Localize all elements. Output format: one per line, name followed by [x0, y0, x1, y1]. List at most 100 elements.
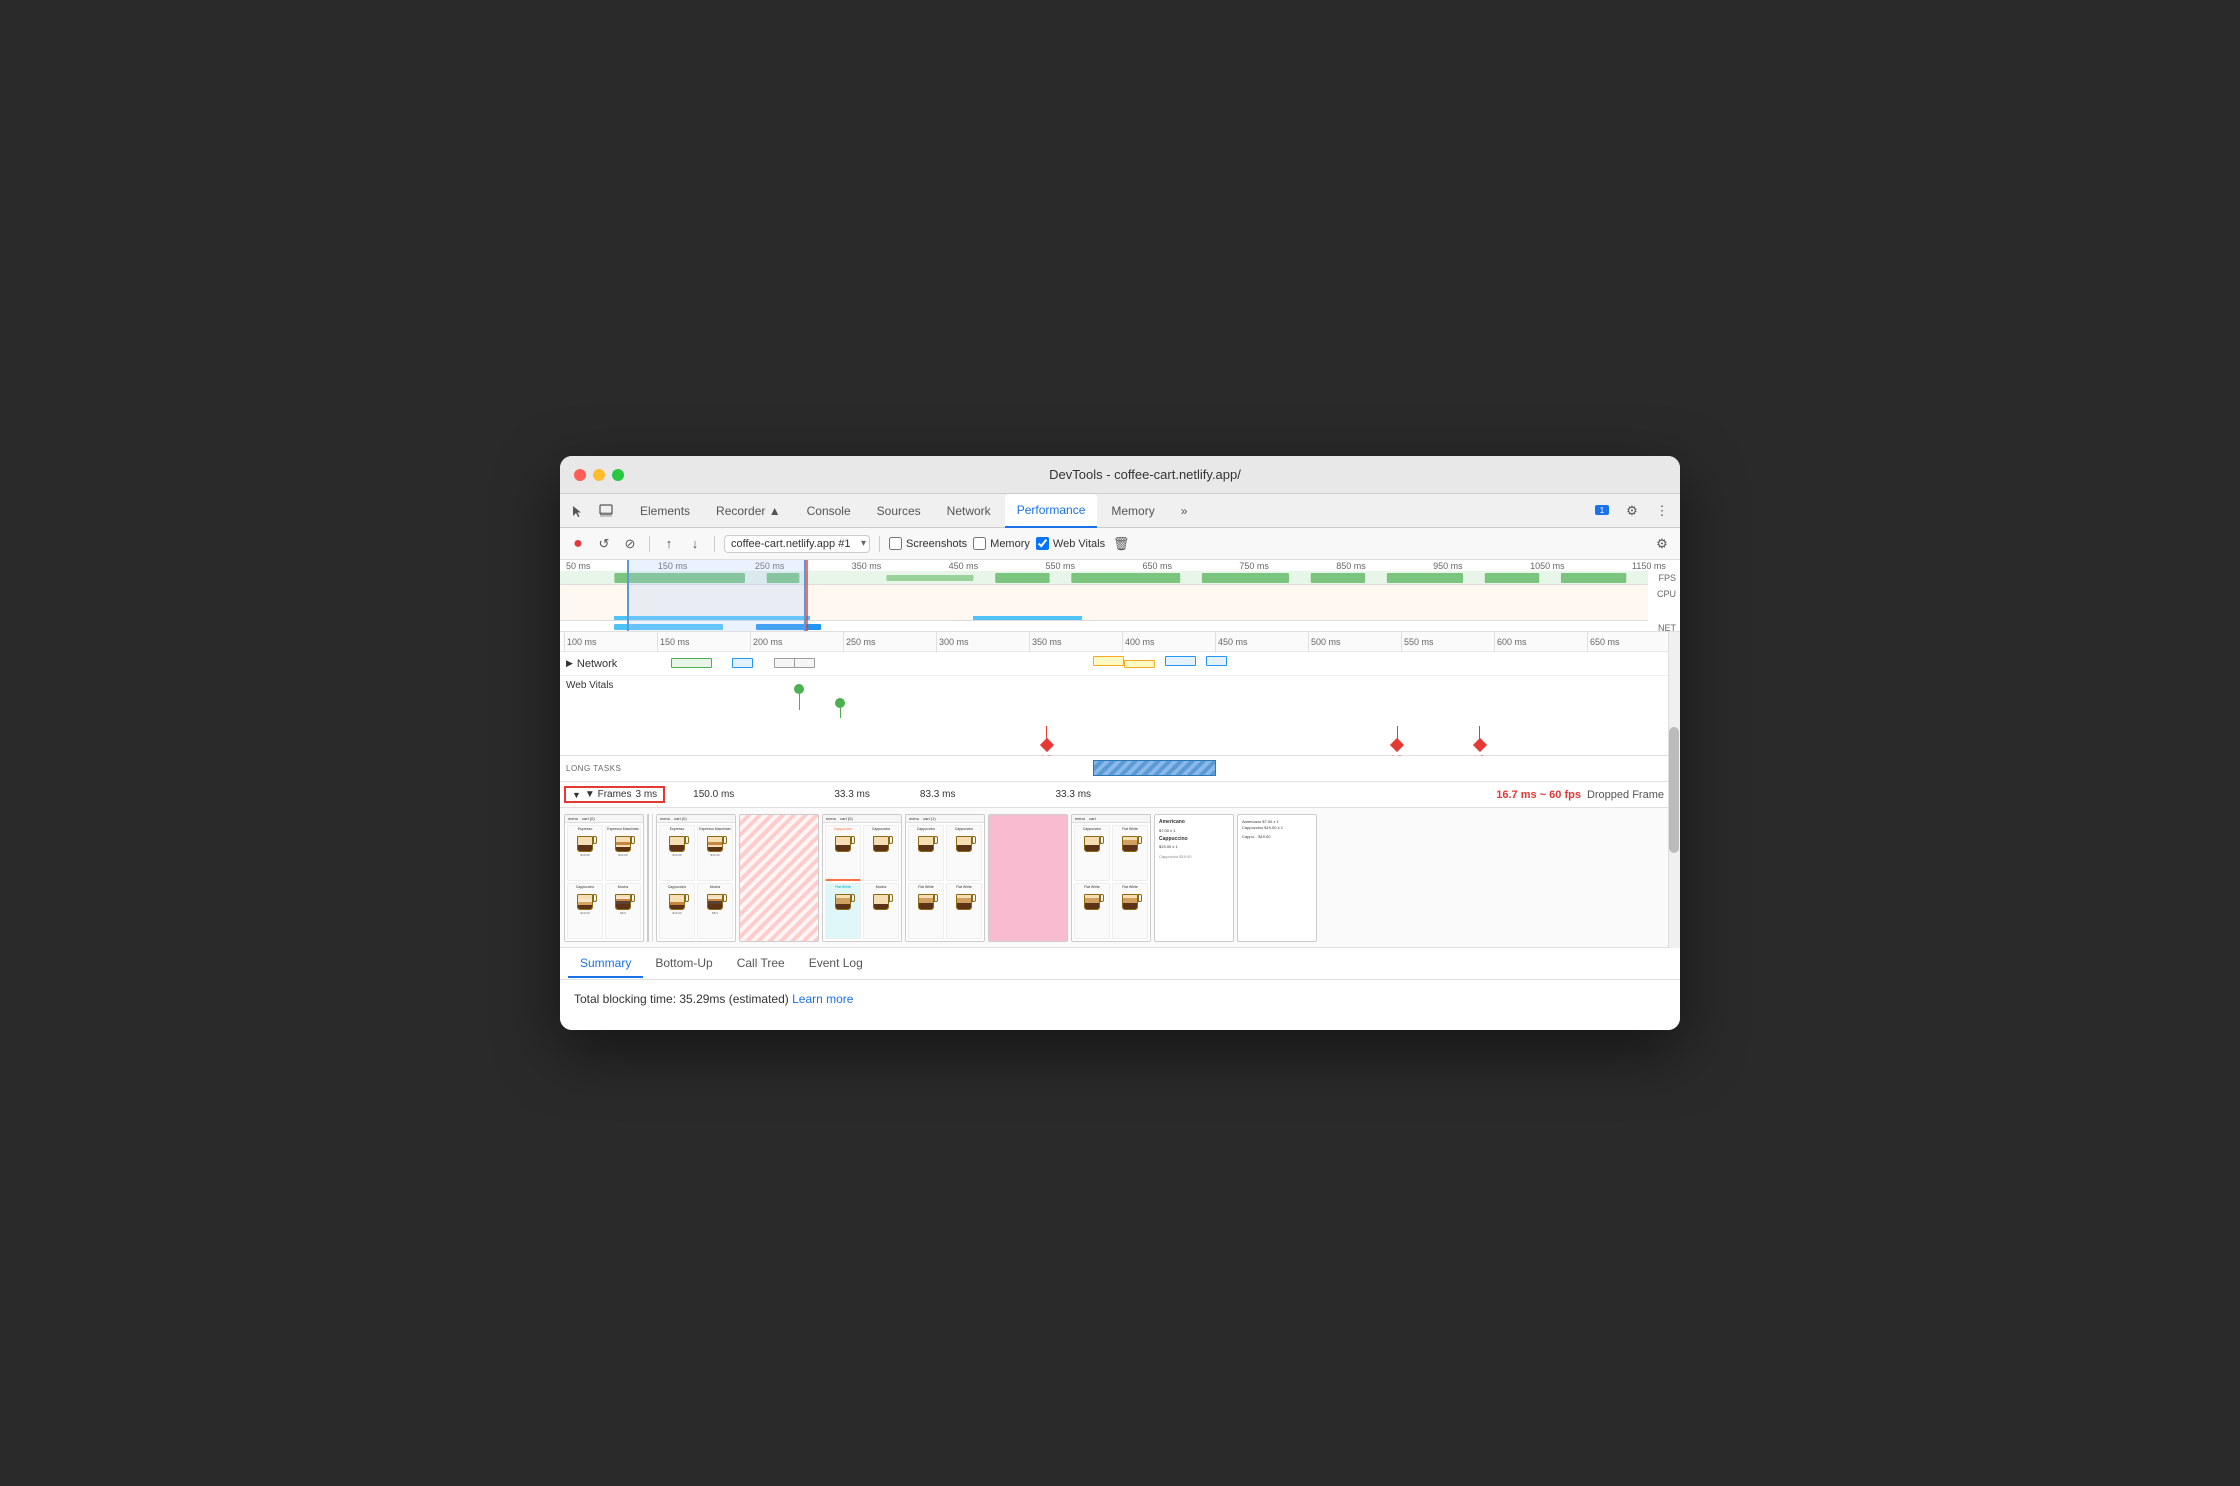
vitals-marker-2	[835, 698, 845, 718]
toolbar-settings-icon[interactable]: ⚙	[1652, 534, 1672, 554]
net-bar-2	[756, 624, 821, 630]
tab-bottom-up[interactable]: Bottom-Up	[643, 950, 724, 978]
screenshot-5[interactable]: menucart Cappuccino Flat White	[1071, 814, 1151, 942]
screenshot-hatched[interactable]	[739, 814, 819, 942]
frame-separator-2	[652, 814, 653, 942]
memory-checkbox-label[interactable]: Memory	[973, 537, 1030, 550]
net-req-8[interactable]	[1206, 656, 1227, 666]
long-tasks-label: LONG TASKS	[560, 764, 650, 773]
performance-toolbar: ● ↺ ⊘ ↑ ↓ coffee-cart.netlify.app #1 Scr…	[560, 528, 1680, 560]
screenshot-6[interactable]: Americano $7.00 x 1 Cappuccino $19.00 x …	[1154, 814, 1234, 942]
bottom-content: Total blocking time: 35.29ms (estimated)…	[560, 980, 1680, 1030]
net-req-6[interactable]	[1124, 660, 1155, 668]
titlebar: DevTools - coffee-cart.netlify.app/	[560, 456, 1680, 494]
tab-bar-left-icons	[566, 499, 618, 523]
overview-panel[interactable]: 50 ms 150 ms 250 ms 350 ms 450 ms 550 ms…	[560, 560, 1680, 632]
screenshot-4[interactable]: menucart (1) Cappuccino Cappuccino	[905, 814, 985, 942]
ls-marker-1: LS	[1041, 726, 1052, 756]
tab-performance[interactable]: Performance	[1005, 494, 1098, 528]
tick-200: 200 ms	[750, 632, 843, 652]
tab-bar-right: 1 ⚙ ⋮	[1590, 499, 1674, 523]
tab-memory[interactable]: Memory	[1099, 494, 1166, 528]
frames-header: ▼ ▼ Frames 3 ms 150.0 ms 33.3 ms 83.3 ms…	[560, 782, 1680, 808]
tick-500: 500 ms	[1308, 632, 1401, 652]
clear-button[interactable]: ⊘	[620, 534, 640, 554]
frame-timings: 150.0 ms 33.3 ms 83.3 ms 33.3 ms 16.7 ms…	[673, 789, 1680, 801]
tab-recorder[interactable]: Recorder ▲	[704, 494, 793, 528]
settings-icon[interactable]: ⚙	[1620, 499, 1644, 523]
tab-network[interactable]: Network	[935, 494, 1003, 528]
upload-button[interactable]: ↑	[659, 534, 679, 554]
sc-nav-3: menucart (0)	[823, 815, 901, 823]
tick-100: 100 ms	[564, 632, 657, 652]
tick-150: 150 ms	[657, 632, 750, 652]
chat-icon[interactable]: 1	[1590, 499, 1614, 523]
tab-more[interactable]: »	[1169, 494, 1200, 528]
net-bar-1	[614, 624, 723, 630]
net-req-1[interactable]	[671, 658, 712, 668]
time-indicator-line	[806, 560, 808, 631]
web-vitals-checkbox-label[interactable]: Web Vitals	[1036, 537, 1105, 550]
network-track-content	[650, 652, 1680, 675]
memory-checkbox[interactable]	[973, 537, 986, 550]
sc-nav-2: menucart (0)	[657, 815, 735, 823]
more-icon[interactable]: ⋮	[1650, 499, 1674, 523]
net-bar-overview2	[973, 616, 1082, 620]
tab-event-log[interactable]: Event Log	[797, 950, 875, 978]
frames-triangle-icon: ▼	[572, 790, 581, 800]
toolbar-right: ⚙	[1652, 534, 1672, 554]
screenshot-1[interactable]: menucart (0) Espresso $10.00 Espresso Ma…	[564, 814, 644, 942]
network-label[interactable]: ▶ Network	[560, 658, 650, 670]
tab-sources[interactable]: Sources	[865, 494, 933, 528]
web-vitals-checkbox[interactable]	[1036, 537, 1049, 550]
toolbar-separator-3	[879, 536, 880, 552]
scrollbar-thumb[interactable]	[1669, 727, 1679, 853]
screenshots-strip[interactable]: menucart (0) Espresso $10.00 Espresso Ma…	[560, 808, 1680, 948]
session-selector-wrap[interactable]: coffee-cart.netlify.app #1	[724, 535, 870, 553]
record-button[interactable]: ●	[568, 534, 588, 554]
net-req-2[interactable]	[732, 658, 753, 668]
vertical-scrollbar[interactable]	[1668, 632, 1680, 948]
long-tasks-track: LONG TASKS	[560, 756, 1680, 782]
tick-550: 550 ms	[1401, 632, 1494, 652]
tab-console[interactable]: Console	[795, 494, 863, 528]
tab-call-tree[interactable]: Call Tree	[725, 950, 797, 978]
long-task-block-1[interactable]	[1093, 760, 1217, 776]
traffic-lights	[574, 469, 624, 481]
net-req-7[interactable]	[1165, 656, 1196, 666]
session-select[interactable]: coffee-cart.netlify.app #1	[724, 535, 870, 553]
maximize-button[interactable]	[612, 469, 624, 481]
screenshot-3[interactable]: menucart (0) Cappuccino Cappuccino	[822, 814, 902, 942]
screenshot-2[interactable]: menucart (0) Espresso $10.00 Espresso Ma…	[656, 814, 736, 942]
web-vitals-label-text: Web Vitals	[566, 680, 613, 691]
close-button[interactable]	[574, 469, 586, 481]
svg-text:1: 1	[1600, 506, 1605, 515]
tab-elements[interactable]: Elements	[628, 494, 702, 528]
download-button[interactable]: ↓	[685, 534, 705, 554]
web-vitals-content: LS LS LS	[650, 676, 1680, 756]
net-req-5[interactable]	[1093, 656, 1124, 666]
net-label: NET	[1658, 621, 1676, 632]
frame-time-0: 150.0 ms	[693, 789, 734, 800]
sc-nav-4: menucart (1)	[906, 815, 984, 823]
cursor-icon[interactable]	[566, 499, 590, 523]
sc-nav-5: menucart	[1072, 815, 1150, 823]
trash-button[interactable]: 🗑	[1111, 534, 1131, 554]
screenshots-checkbox[interactable]	[889, 537, 902, 550]
track-area: 100 ms 150 ms 200 ms 250 ms 300 ms 350 m…	[560, 632, 1680, 948]
toolbar-separator-1	[649, 536, 650, 552]
minimize-button[interactable]	[593, 469, 605, 481]
screenshot-7[interactable]: Americano $7.00 x 1 Cappuccino $19.00 x …	[1237, 814, 1317, 942]
reload-button[interactable]: ↺	[594, 534, 614, 554]
net-row-overview: NET	[560, 621, 1648, 632]
network-track: ▶ Network	[560, 652, 1680, 676]
tab-summary[interactable]: Summary	[568, 950, 643, 978]
learn-more-link[interactable]: Learn more	[792, 992, 853, 1006]
timeline-ruler: 100 ms 150 ms 200 ms 250 ms 300 ms 350 m…	[560, 632, 1680, 652]
screenshot-pink[interactable]	[988, 814, 1068, 942]
dock-icon[interactable]	[594, 499, 618, 523]
screenshots-checkbox-label[interactable]: Screenshots	[889, 537, 967, 550]
bottom-tabs: Summary Bottom-Up Call Tree Event Log	[560, 948, 1680, 980]
vitals-marker-1	[794, 684, 804, 710]
net-req-4[interactable]	[794, 658, 815, 668]
